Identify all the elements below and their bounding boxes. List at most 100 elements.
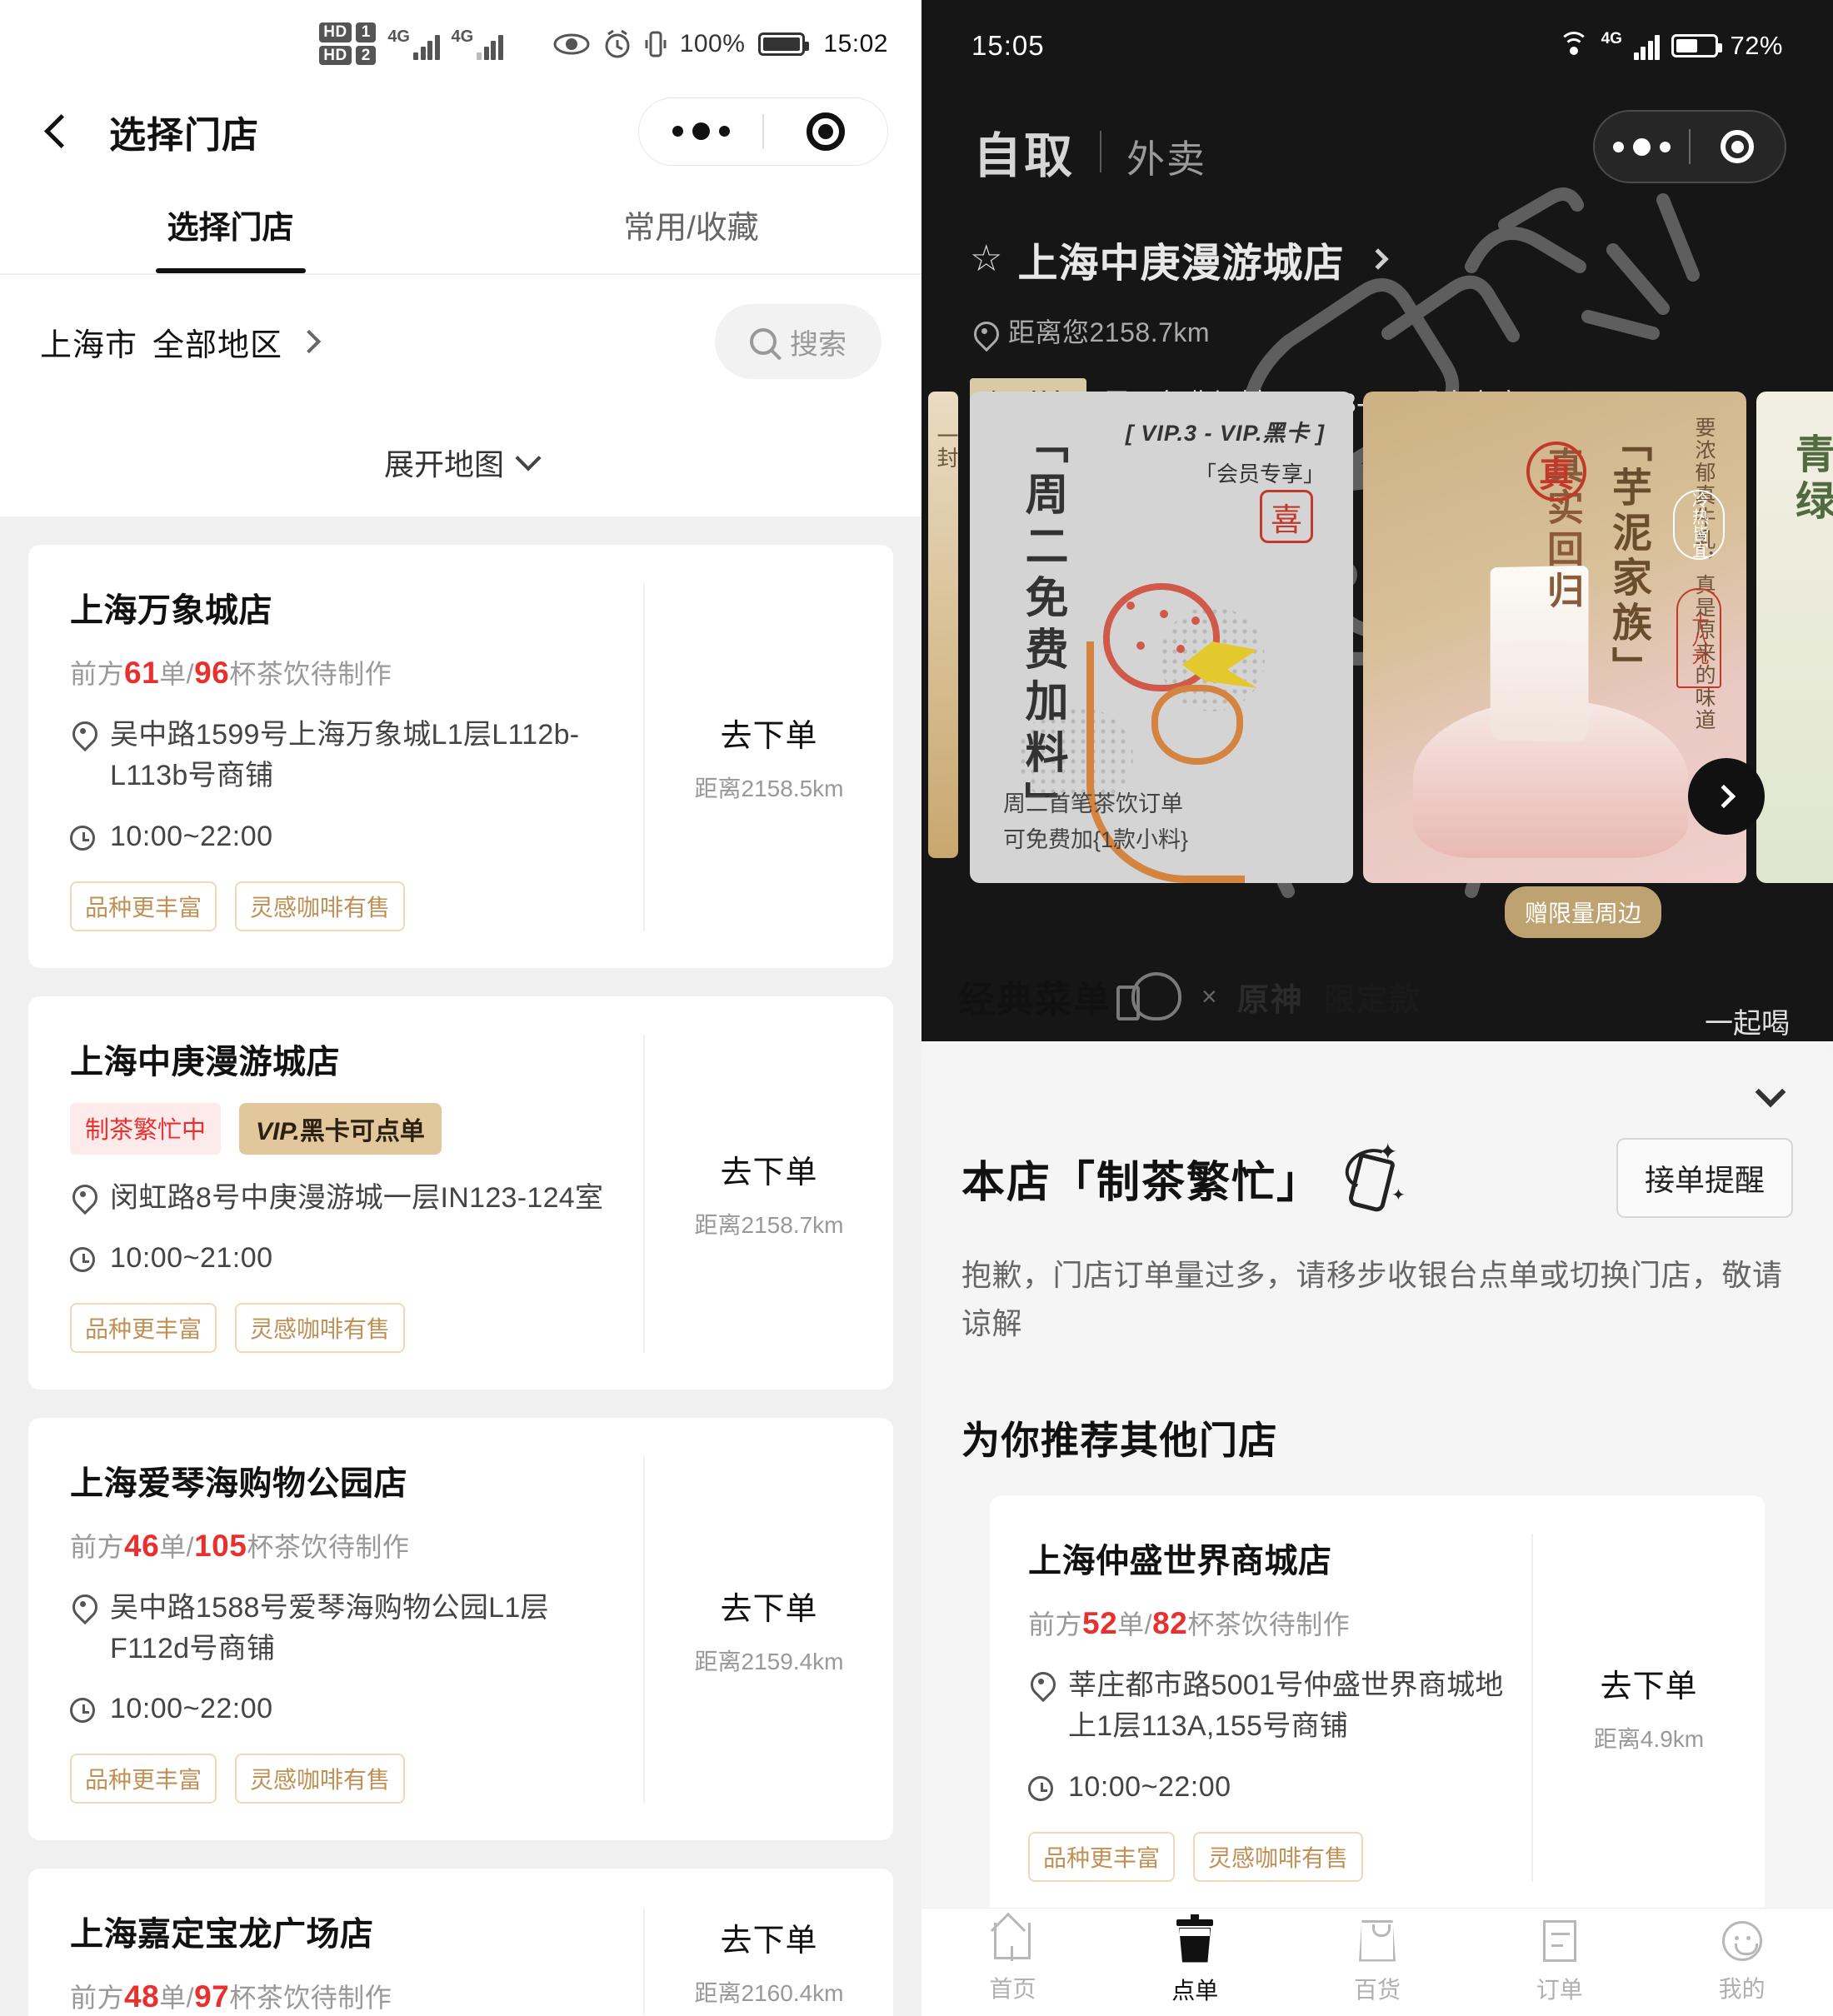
- promo-banner-title: 「周二免费加料」: [1018, 420, 1066, 833]
- store-hours-row: 10:00~22:00: [70, 821, 627, 853]
- vip-prefix: VIP.: [256, 1117, 300, 1145]
- store-name: 上海嘉定宝龙广场店: [70, 1916, 374, 1954]
- order-button[interactable]: 去下单: [720, 1583, 817, 1629]
- tab-orders[interactable]: 订单: [1468, 1919, 1651, 2005]
- notify-when-available-button[interactable]: 接单提醒: [1616, 1138, 1793, 1218]
- search-button[interactable]: 搜索: [715, 304, 882, 379]
- location-pin-icon: [70, 1185, 95, 1210]
- tab-order[interactable]: 点单: [1104, 1914, 1286, 2006]
- expand-map-toggle[interactable]: 展开地图: [0, 408, 921, 516]
- left-tab-bar: 选择门店 常用/收藏: [0, 175, 921, 275]
- store-tags: 品种更丰富 灵感咖啡有售: [70, 1302, 627, 1353]
- right-phone-screen: 15:05 4G 72% 自取 外卖 ☆ 上海中庚漫游城店 距离您2158.7k…: [921, 0, 1833, 2016]
- hero-store-selector[interactable]: ☆ 上海中庚漫游城店: [921, 187, 1833, 288]
- store-distance: 距离2160.4km: [694, 1979, 844, 2006]
- cup-icon: [1176, 1914, 1214, 1963]
- mode-pickup[interactable]: 自取: [973, 117, 1075, 187]
- clock-time: 15:05: [971, 30, 1045, 61]
- store-card-action[interactable]: 去下单 距离4.9km: [1531, 1534, 1765, 1882]
- tab-select-store[interactable]: 选择门店: [0, 175, 461, 273]
- store-hero: 15:05 4G 72% 自取 外卖 ☆ 上海中庚漫游城店 距离您2158.7k…: [921, 0, 1833, 1041]
- hero-store-distance-row: 距离您2158.7km: [921, 288, 1833, 350]
- status-badge-vip: VIP.黑卡可点单: [239, 1102, 442, 1155]
- left-phone-screen: HD 1 HD 2 4G 4G 100% 15:02 选择门店 选择门店 常用/…: [0, 0, 921, 2016]
- queue-orders: 61: [124, 656, 160, 690]
- alarm-icon: [605, 29, 630, 57]
- screenshot-root: HD 1 HD 2 4G 4G 100% 15:02 选择门店 选择门店 常用/…: [0, 0, 1833, 2016]
- store-queue: 前方52单/82杯茶饮待制作: [1028, 1604, 1515, 1642]
- store-card-action[interactable]: 去下单 距离2159.4km: [643, 1455, 893, 1804]
- sheet-collapse-button[interactable]: [961, 1041, 1793, 1108]
- order-button[interactable]: 去下单: [720, 710, 817, 756]
- region-city[interactable]: 上海市: [40, 319, 137, 365]
- store-card-action[interactable]: 去下单 距离2158.5km: [643, 583, 893, 931]
- recommend-title: 为你推荐其他门店: [961, 1419, 1278, 1463]
- more-menu-icon[interactable]: [1595, 137, 1689, 156]
- queue-prefix: 前方: [70, 659, 125, 689]
- home-icon: [991, 1912, 1034, 1961]
- clock-icon: [70, 825, 95, 851]
- promo-banner-next-edge[interactable]: 青绿: [1756, 392, 1833, 883]
- signal-1: 4G: [387, 27, 440, 60]
- store-hours: 10:00~22:00: [110, 820, 273, 852]
- tab-profile[interactable]: 我的: [1651, 1920, 1833, 2004]
- carrier-indicators: HD 1 HD 2 4G 4G: [319, 22, 503, 66]
- back-icon[interactable]: [37, 112, 76, 151]
- store-card[interactable]: 上海万象城店 前方61单/96杯茶饮待制作 吴中路1599号上海万象城L1层L1…: [28, 545, 893, 968]
- hero-store-distance: 距离您2158.7km: [1008, 317, 1211, 347]
- store-tag: 灵感咖啡有售: [235, 1302, 406, 1353]
- signal-bars-icon: [1633, 32, 1661, 60]
- queue-cups: 97: [194, 1979, 230, 2014]
- clock-time: 15:02: [823, 29, 888, 57]
- collab-cross-label: ×: [1201, 981, 1217, 1011]
- star-favorite-icon[interactable]: ☆: [970, 241, 1002, 277]
- store-hours: 10:00~22:00: [110, 1693, 273, 1725]
- store-address: 闵虹路8号中庚漫游城一层IN123-124室: [110, 1181, 604, 1214]
- region-area[interactable]: 全部地区: [152, 319, 282, 365]
- bottom-tab-bar: 首页 点单 百货 订单 我的: [921, 1908, 1833, 2016]
- order-button[interactable]: 去下单: [720, 1914, 817, 1960]
- store-card-action[interactable]: 去下单 距离2160.4km: [643, 1907, 893, 2016]
- store-tags: 品种更丰富 灵感咖啡有售: [1028, 1831, 1515, 1882]
- network-type: 4G: [1601, 30, 1622, 47]
- store-tag: 灵感咖啡有售: [235, 1754, 406, 1804]
- store-card-body: 上海万象城店 前方61单/96杯茶饮待制作 吴中路1599号上海万象城L1层L1…: [28, 583, 643, 931]
- recommended-store-card[interactable]: 上海仲盛世界商城店 前方52单/82杯茶饮待制作 莘庄都市路5001号仲盛世界商…: [990, 1495, 1765, 1920]
- store-card-body: 上海中庚漫游城店 制茶繁忙中 VIP.黑卡可点单 闵虹路8号中庚漫游城一层IN1…: [28, 1035, 643, 1353]
- store-address-row: 吴中路1599号上海万象城L1层L112b-L113b号商铺: [70, 715, 627, 797]
- store-tags: 品种更丰富 灵感咖啡有售: [70, 1754, 627, 1804]
- promo-banner-prev-edge[interactable]: 一封: [928, 392, 958, 858]
- queue-suffix: 杯茶饮待制作: [247, 1531, 410, 1562]
- promo-banner[interactable]: 「周二免费加料」 [ VIP.3 - VIP.黑卡 ] 「会员专享」 喜 周二首…: [970, 392, 1353, 883]
- close-target-icon[interactable]: [1691, 130, 1785, 163]
- promo-vip-tier: [ VIP.3 - VIP.黑卡 ]: [1125, 421, 1325, 446]
- location-pin-icon: [971, 322, 996, 347]
- order-button[interactable]: 去下单: [720, 1146, 817, 1192]
- location-pin-icon: [70, 721, 95, 746]
- more-menu-icon[interactable]: [639, 122, 762, 140]
- promo-banner[interactable]: 要浓郁真牛乳，真是原来的味道 「芋泥家族」 真实回归 真 冷热皆宜 十八元: [1363, 392, 1746, 883]
- tab-favorites[interactable]: 常用/收藏: [461, 175, 921, 273]
- close-target-icon[interactable]: [764, 112, 887, 151]
- order-button[interactable]: 去下单: [1600, 1660, 1697, 1706]
- store-hours: 10:00~21:00: [110, 1241, 273, 1274]
- promo-price-label: 十八元: [1676, 588, 1721, 688]
- hd1-icon: HD: [319, 22, 352, 42]
- queue-mid: 单/: [159, 1531, 195, 1562]
- store-address: 吴中路1599号上海万象城L1层L112b-L113b号商铺: [110, 719, 580, 792]
- tab-goods[interactable]: 百货: [1286, 1919, 1469, 2005]
- store-card[interactable]: 上海爱琴海购物公园店 前方46单/105杯茶饮待制作 吴中路1588号爱琴海购物…: [28, 1417, 893, 1841]
- shaking-cup-icon: ✦ ✦: [1339, 1139, 1406, 1215]
- search-icon: [750, 328, 777, 355]
- promo-carousel[interactable]: 一封 「周二免费加料」 [ VIP.3 - VIP.黑卡 ] 「会员专享」 喜: [921, 392, 1833, 938]
- store-card[interactable]: 上海嘉定宝龙广场店 前方48单/97杯茶饮待制作 去下单 距离2160.4km: [28, 1869, 893, 2016]
- store-queue: 前方48单/97杯茶饮待制作: [70, 1977, 627, 2015]
- right-status-bar: 15:05 4G 72%: [921, 0, 1833, 92]
- chevron-right-icon[interactable]: [297, 329, 322, 354]
- tab-home[interactable]: 首页: [921, 1912, 1104, 2004]
- store-card-action[interactable]: 去下单 距离2158.7km: [643, 1034, 893, 1353]
- queue-prefix: 前方: [70, 1531, 125, 1562]
- mode-delivery[interactable]: 外卖: [1126, 129, 1206, 184]
- carousel-next-button[interactable]: [1688, 758, 1765, 835]
- store-card[interactable]: 上海中庚漫游城店 制茶繁忙中 VIP.黑卡可点单 闵虹路8号中庚漫游城一层IN1…: [28, 996, 893, 1390]
